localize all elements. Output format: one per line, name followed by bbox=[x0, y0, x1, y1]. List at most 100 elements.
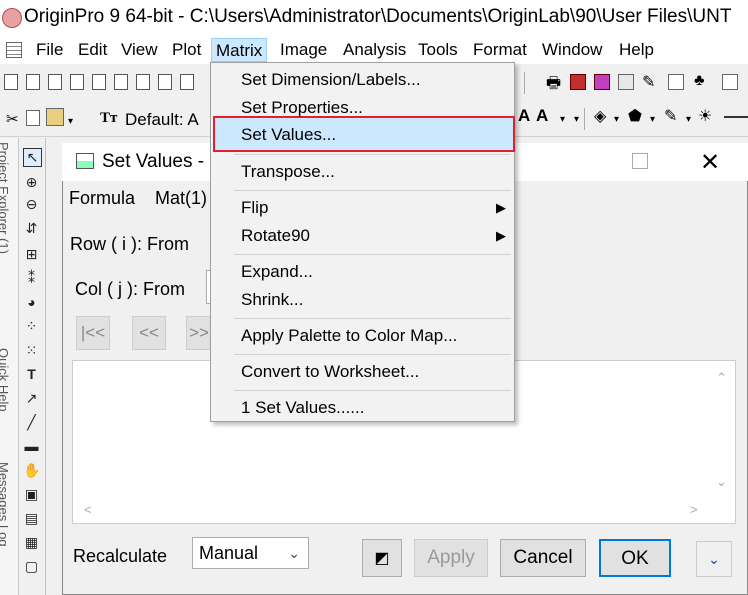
new-layout-icon[interactable] bbox=[158, 74, 172, 90]
menu-item-shrink[interactable]: Shrink... bbox=[241, 290, 303, 310]
first-button[interactable]: |<< bbox=[76, 316, 110, 350]
quick-help-tab[interactable]: Quick Help bbox=[0, 348, 11, 412]
menu-item-set-properties[interactable]: Set Properties... bbox=[241, 98, 363, 118]
scroll-left-icon[interactable]: < bbox=[84, 502, 92, 517]
menu-file[interactable]: File bbox=[32, 38, 67, 62]
menubar-left-icon bbox=[6, 42, 22, 58]
menu-item-recent-set-values[interactable]: 1 Set Values...... bbox=[241, 398, 364, 418]
dialog-menu-formula[interactable]: Formula bbox=[69, 188, 135, 209]
menu-separator bbox=[234, 190, 511, 191]
polyline-tool-icon[interactable]: ▢ bbox=[23, 558, 40, 575]
refresh-icon[interactable] bbox=[570, 74, 586, 90]
line-color-dropdown-icon[interactable]: ▾ bbox=[686, 114, 691, 125]
menu-window[interactable]: Window bbox=[538, 38, 606, 62]
text-tool-icon[interactable]: T bbox=[23, 366, 40, 383]
duplicate-icon[interactable] bbox=[594, 74, 610, 90]
dock-window-icon[interactable] bbox=[722, 74, 738, 90]
new-worksheet-icon[interactable] bbox=[48, 74, 62, 90]
line-tool-icon[interactable]: ╱ bbox=[23, 414, 40, 431]
new-folder-icon[interactable] bbox=[26, 74, 40, 90]
menu-item-apply-palette[interactable]: Apply Palette to Color Map... bbox=[241, 326, 457, 346]
formula-vertical-scrollbar[interactable]: ⌃ ⌄ bbox=[710, 362, 734, 506]
menu-item-set-dimension-labels[interactable]: Set Dimension/Labels... bbox=[241, 70, 421, 90]
maximize-icon[interactable] bbox=[632, 153, 648, 169]
polygon-tool-icon[interactable]: ▦ bbox=[23, 534, 40, 551]
messages-log-tab[interactable]: Messages Log bbox=[0, 462, 11, 547]
brightness-icon[interactable]: ☀ bbox=[698, 106, 712, 126]
submenu-arrow-icon: ▶ bbox=[496, 228, 506, 243]
menu-image[interactable]: Image bbox=[276, 38, 331, 62]
freehand-tool-icon[interactable]: ▤ bbox=[23, 510, 40, 527]
arrow-tool-icon[interactable]: ↗ bbox=[23, 390, 40, 407]
region-tool-icon[interactable]: ✋ bbox=[23, 462, 40, 479]
new-notes-icon[interactable] bbox=[180, 74, 194, 90]
new-function-icon[interactable] bbox=[114, 74, 128, 90]
project-explorer-tab[interactable]: Project Explorer (1) bbox=[0, 142, 11, 254]
paste-icon[interactable] bbox=[46, 108, 64, 126]
scroll-down-icon[interactable]: ⌄ bbox=[716, 474, 727, 490]
pointer-icon[interactable]: ↖ bbox=[23, 148, 42, 167]
menu-tools[interactable]: Tools bbox=[414, 38, 462, 62]
new-matrix-icon[interactable] bbox=[136, 74, 150, 90]
zoom-in-icon[interactable]: ⊕ bbox=[23, 174, 40, 191]
menu-help[interactable]: Help bbox=[615, 38, 658, 62]
menu-view[interactable]: View bbox=[117, 38, 162, 62]
mask-icon[interactable]: ⁙ bbox=[23, 342, 40, 359]
left-dock-panel: Project Explorer (1) Quick Help Messages… bbox=[0, 138, 19, 595]
menu-edit[interactable]: Edit bbox=[74, 38, 111, 62]
scale-icon[interactable]: ⇵ bbox=[23, 220, 40, 237]
cut-icon[interactable]: ✂ bbox=[6, 110, 19, 128]
recalculate-select[interactable]: Manual ⌄ bbox=[192, 537, 309, 569]
palette-dropdown-icon[interactable]: ▾ bbox=[650, 114, 655, 125]
cancel-button[interactable]: Cancel bbox=[500, 539, 586, 577]
menu-analysis[interactable]: Analysis bbox=[339, 38, 410, 62]
paste-dropdown-icon[interactable]: ▾ bbox=[68, 116, 73, 127]
apply-button[interactable]: Apply bbox=[414, 539, 488, 577]
data-reader-icon[interactable]: ⁑ bbox=[23, 270, 40, 287]
font-color-icon[interactable]: A bbox=[518, 106, 530, 126]
new-excel-icon[interactable] bbox=[70, 74, 84, 90]
dialog-menu-mat[interactable]: Mat(1) bbox=[155, 188, 207, 209]
dialog-theme-button[interactable]: ◩ bbox=[362, 539, 402, 577]
screen-reader-icon[interactable]: ⊞ bbox=[23, 246, 40, 263]
matrix-icon bbox=[76, 153, 94, 169]
rectangle-tool-icon[interactable]: ▬ bbox=[23, 438, 40, 455]
text-color-icon[interactable]: A bbox=[536, 106, 548, 126]
new-graph-icon[interactable] bbox=[92, 74, 106, 90]
menu-plot[interactable]: Plot bbox=[168, 38, 205, 62]
print-icon[interactable]: 🖶 bbox=[546, 72, 561, 99]
results-log-icon[interactable] bbox=[618, 74, 634, 90]
font-name-select[interactable]: Default: A bbox=[125, 110, 199, 130]
previous-button[interactable]: << bbox=[132, 316, 166, 350]
menu-matrix[interactable]: Matrix bbox=[211, 38, 268, 62]
code-builder-icon[interactable]: ✎ bbox=[642, 72, 655, 92]
line-width-icon[interactable] bbox=[724, 116, 748, 118]
project-explorer-icon[interactable]: ♣ bbox=[694, 72, 705, 90]
scroll-up-icon[interactable]: ⌃ bbox=[716, 370, 727, 386]
command-window-icon[interactable] bbox=[668, 74, 684, 90]
palette-icon[interactable]: ⬟ bbox=[628, 106, 642, 126]
new-project-icon[interactable] bbox=[4, 74, 18, 90]
menu-item-flip[interactable]: Flip bbox=[241, 198, 268, 218]
ok-button[interactable]: OK bbox=[599, 539, 671, 577]
roi-tool-icon[interactable]: ▣ bbox=[23, 486, 40, 503]
menu-item-rotate90[interactable]: Rotate90 bbox=[241, 226, 310, 246]
menu-format[interactable]: Format bbox=[469, 38, 531, 62]
next-button[interactable]: >> bbox=[186, 316, 212, 350]
fill-color-dropdown-icon[interactable]: ▾ bbox=[614, 114, 619, 125]
copy-icon[interactable] bbox=[26, 110, 40, 126]
line-color-icon[interactable]: ✎ bbox=[664, 106, 677, 126]
text-color-dropdown-icon[interactable]: ▾ bbox=[574, 114, 579, 125]
font-color-dropdown-icon[interactable]: ▾ bbox=[560, 114, 565, 125]
zoom-out-icon[interactable]: ⊖ bbox=[23, 196, 40, 213]
menu-item-convert-to-worksheet[interactable]: Convert to Worksheet... bbox=[241, 362, 419, 382]
close-icon[interactable]: ✕ bbox=[700, 148, 720, 177]
data-selector-icon[interactable]: ◕ bbox=[23, 294, 40, 311]
scroll-right-icon[interactable]: > bbox=[690, 502, 698, 517]
draw-data-icon[interactable]: ⁘ bbox=[23, 318, 40, 335]
menu-item-set-values[interactable]: Set Values... bbox=[241, 125, 336, 145]
menu-item-expand[interactable]: Expand... bbox=[241, 262, 313, 282]
expand-button[interactable]: ⌄ bbox=[696, 541, 732, 577]
fill-color-icon[interactable]: ◈ bbox=[594, 106, 606, 126]
menu-item-transpose[interactable]: Transpose... bbox=[241, 162, 335, 182]
